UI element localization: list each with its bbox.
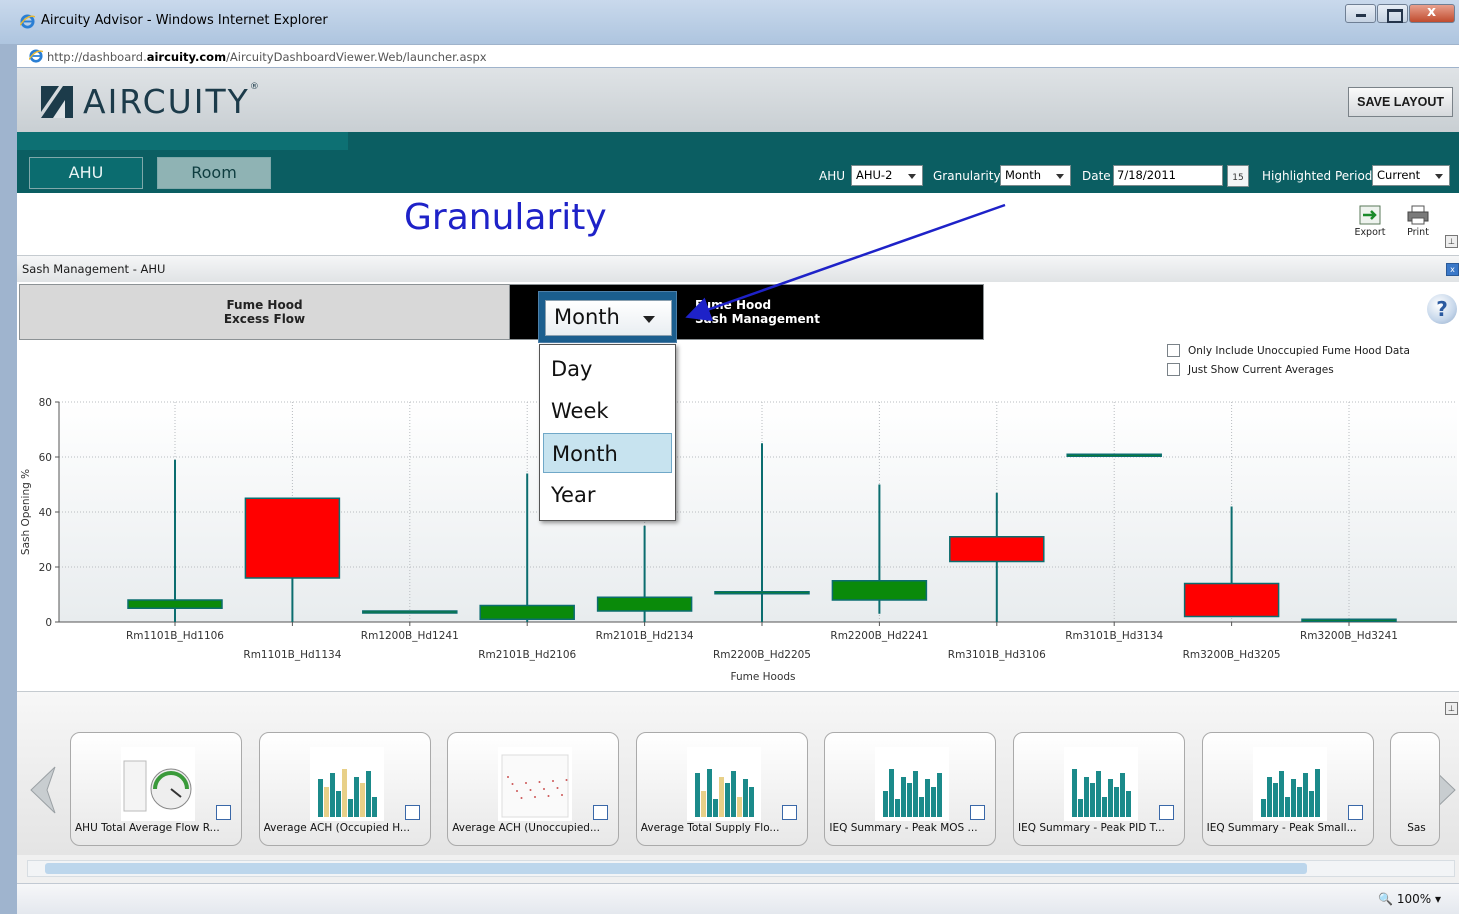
widget-badge-icon — [970, 805, 986, 820]
option-month[interactable]: Month — [543, 433, 672, 473]
zoom-value: 100% — [1396, 892, 1432, 906]
widget-thumbnail — [121, 747, 195, 821]
widget-thumbnail — [875, 747, 950, 821]
widget-card-label: IEQ Summary - Peak MOS ... — [829, 822, 978, 834]
chevron-down-icon — [643, 316, 655, 323]
widget-card-label: Average Total Supply Flo... — [640, 822, 780, 834]
widget-card[interactable]: Sas — [1390, 732, 1441, 846]
widget-thumbnail — [309, 747, 384, 821]
widget-card[interactable]: AHU Total Average Flow R... — [70, 732, 242, 846]
widget-badge-icon — [593, 805, 609, 820]
scroll-thumb[interactable] — [45, 863, 1307, 874]
option-year[interactable]: Year — [543, 475, 672, 515]
widget-card[interactable]: Average ACH (Unoccupied... — [447, 732, 620, 846]
widget-card[interactable]: IEQ Summary - Peak PID T... — [1013, 732, 1185, 846]
widget-thumbnail — [498, 747, 573, 821]
widget-badge-icon — [404, 805, 420, 820]
widget-card-label: Average ACH (Unoccupied... — [452, 822, 600, 834]
widget-thumbnail — [1064, 747, 1138, 821]
carousel-prev-icon[interactable] — [27, 765, 57, 815]
widget-card-label: Average ACH (Occupied H... — [263, 822, 410, 834]
widget-card[interactable]: IEQ Summary - Peak Small... — [1201, 732, 1374, 846]
widget-badge-icon — [216, 805, 231, 820]
option-day[interactable]: Day — [543, 349, 672, 389]
widget-card[interactable]: IEQ Summary - Peak MOS ... — [824, 732, 997, 846]
dropdown-list: Day Week Month Year — [539, 344, 676, 521]
widget-thumbnail — [1252, 747, 1327, 821]
dropdown-header: Month — [538, 291, 677, 343]
widget-card-label: AHU Total Average Flow R... — [75, 822, 220, 834]
zoom-level[interactable]: 🔍 100% ▾ — [1378, 892, 1441, 906]
widget-badge-icon — [781, 805, 797, 820]
horizontal-scrollbar[interactable] — [17, 855, 1459, 883]
widget-card-label: IEQ Summary - Peak Small... — [1206, 822, 1357, 834]
widget-card-label: IEQ Summary - Peak PID T... — [1018, 822, 1165, 834]
widget-carousel: ⊥ AHU Total Average Flow R... Average ACH… — [17, 691, 1459, 855]
arrow-line — [685, 203, 1006, 322]
widget-badge-icon — [1347, 805, 1363, 820]
widget-card[interactable]: Average ACH (Occupied H... — [258, 732, 431, 846]
status-bar: 🔍 100% ▾ — [17, 883, 1459, 914]
widget-thumbnail — [686, 747, 761, 821]
pin-icon[interactable]: ⊥ — [1445, 702, 1458, 715]
dropdown-selected-value: Month — [554, 305, 620, 329]
widget-card[interactable]: Average Total Supply Flo... — [635, 732, 808, 846]
option-week[interactable]: Week — [543, 391, 672, 431]
dropdown-select[interactable]: Month — [545, 300, 672, 336]
widget-badge-icon — [1159, 805, 1174, 820]
widget-card-label: Sas — [1407, 822, 1426, 834]
